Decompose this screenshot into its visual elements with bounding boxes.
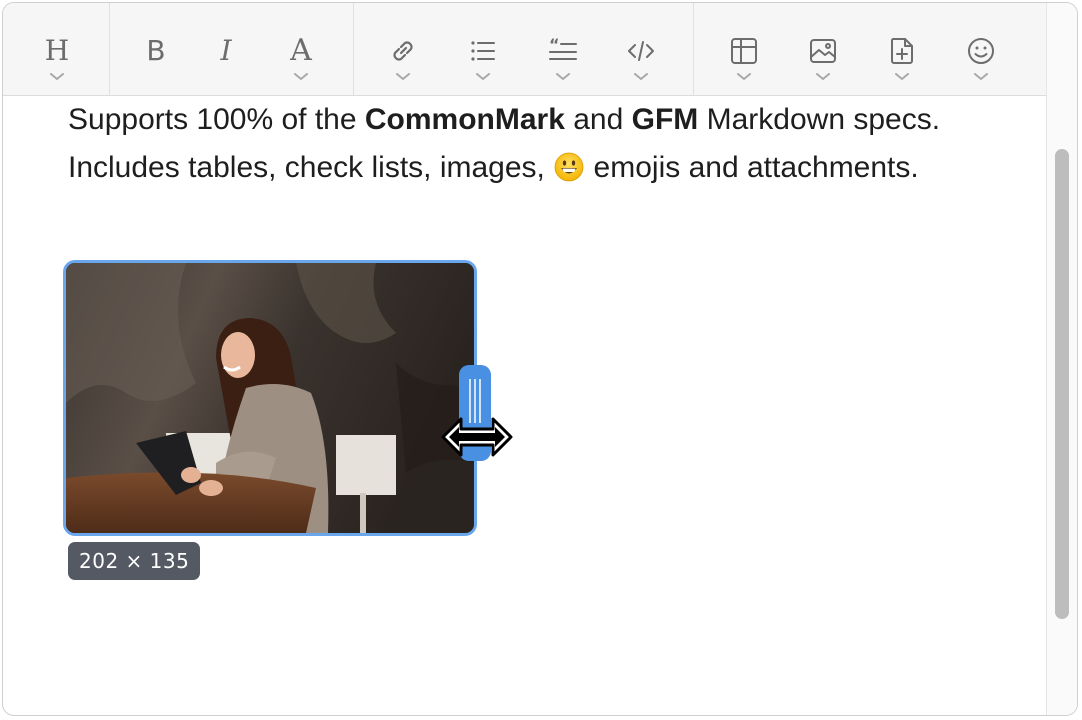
code-icon: [628, 41, 654, 61]
heading-icon: H: [44, 34, 70, 67]
paragraph-text: and: [564, 103, 632, 136]
quote-icon: “: [549, 36, 577, 60]
heading-button[interactable]: H: [27, 3, 87, 95]
image-size-badge: 202 × 135: [68, 542, 201, 580]
selected-image[interactable]: [63, 260, 477, 536]
bold-text-commonmark: CommonMark: [364, 103, 565, 136]
chevron-down-icon[interactable]: [737, 73, 751, 81]
bold-text-gfm: GFM: [631, 103, 699, 136]
table-button[interactable]: [714, 3, 774, 95]
chevron-down-icon[interactable]: [294, 73, 308, 81]
formatting-toolbar: H B I A “: [3, 3, 1077, 96]
toolbar-separator: [353, 3, 354, 95]
toolbar-separator: [693, 3, 694, 95]
image-icon: [810, 39, 836, 63]
code-button[interactable]: [611, 3, 671, 95]
resize-cursor-icon: [441, 417, 513, 457]
paragraph-text: Supports 100% of the: [68, 103, 365, 136]
editor-window: H B I A “ Supports 100% of the CommonMar…: [2, 2, 1078, 716]
body-paragraph[interactable]: Supports 100% of the CommonMark and GFM …: [68, 96, 948, 192]
smiley-icon: [968, 38, 994, 64]
chevron-down-icon[interactable]: [634, 73, 648, 81]
photo-woman-with-tablet: [66, 263, 474, 533]
attachment-icon: [890, 38, 913, 64]
chevron-down-icon[interactable]: [556, 73, 570, 81]
table-icon: [731, 38, 757, 64]
chevron-down-icon[interactable]: [476, 73, 490, 81]
list-button[interactable]: [453, 3, 513, 95]
attachment-button[interactable]: [872, 3, 932, 95]
image-button[interactable]: [793, 3, 853, 95]
chevron-down-icon[interactable]: [396, 73, 410, 81]
link-button[interactable]: [373, 3, 433, 95]
chevron-down-icon[interactable]: [895, 73, 909, 81]
italic-icon: I: [220, 34, 232, 67]
vertical-scrollbar[interactable]: [1046, 3, 1077, 715]
scrollbar-thumb[interactable]: [1055, 149, 1069, 619]
chevron-down-icon[interactable]: [50, 73, 64, 81]
quote-button[interactable]: “: [533, 3, 593, 95]
bold-button[interactable]: B: [126, 3, 186, 95]
grinning-face-emoji-icon: [554, 152, 584, 182]
emoji-button[interactable]: [951, 3, 1011, 95]
toolbar-separator: [109, 3, 110, 95]
chevron-down-icon[interactable]: [816, 73, 830, 81]
paragraph-text: emojis and attachments.: [585, 151, 919, 184]
italic-button[interactable]: I: [196, 3, 256, 95]
bold-icon: B: [146, 34, 166, 67]
list-icon: [471, 41, 495, 61]
font-style-icon: A: [290, 33, 312, 68]
font-style-button[interactable]: A: [271, 3, 331, 95]
editor-content[interactable]: Supports 100% of the CommonMark and GFM …: [3, 96, 1077, 715]
link-icon: [393, 41, 413, 61]
chevron-down-icon[interactable]: [974, 73, 988, 81]
